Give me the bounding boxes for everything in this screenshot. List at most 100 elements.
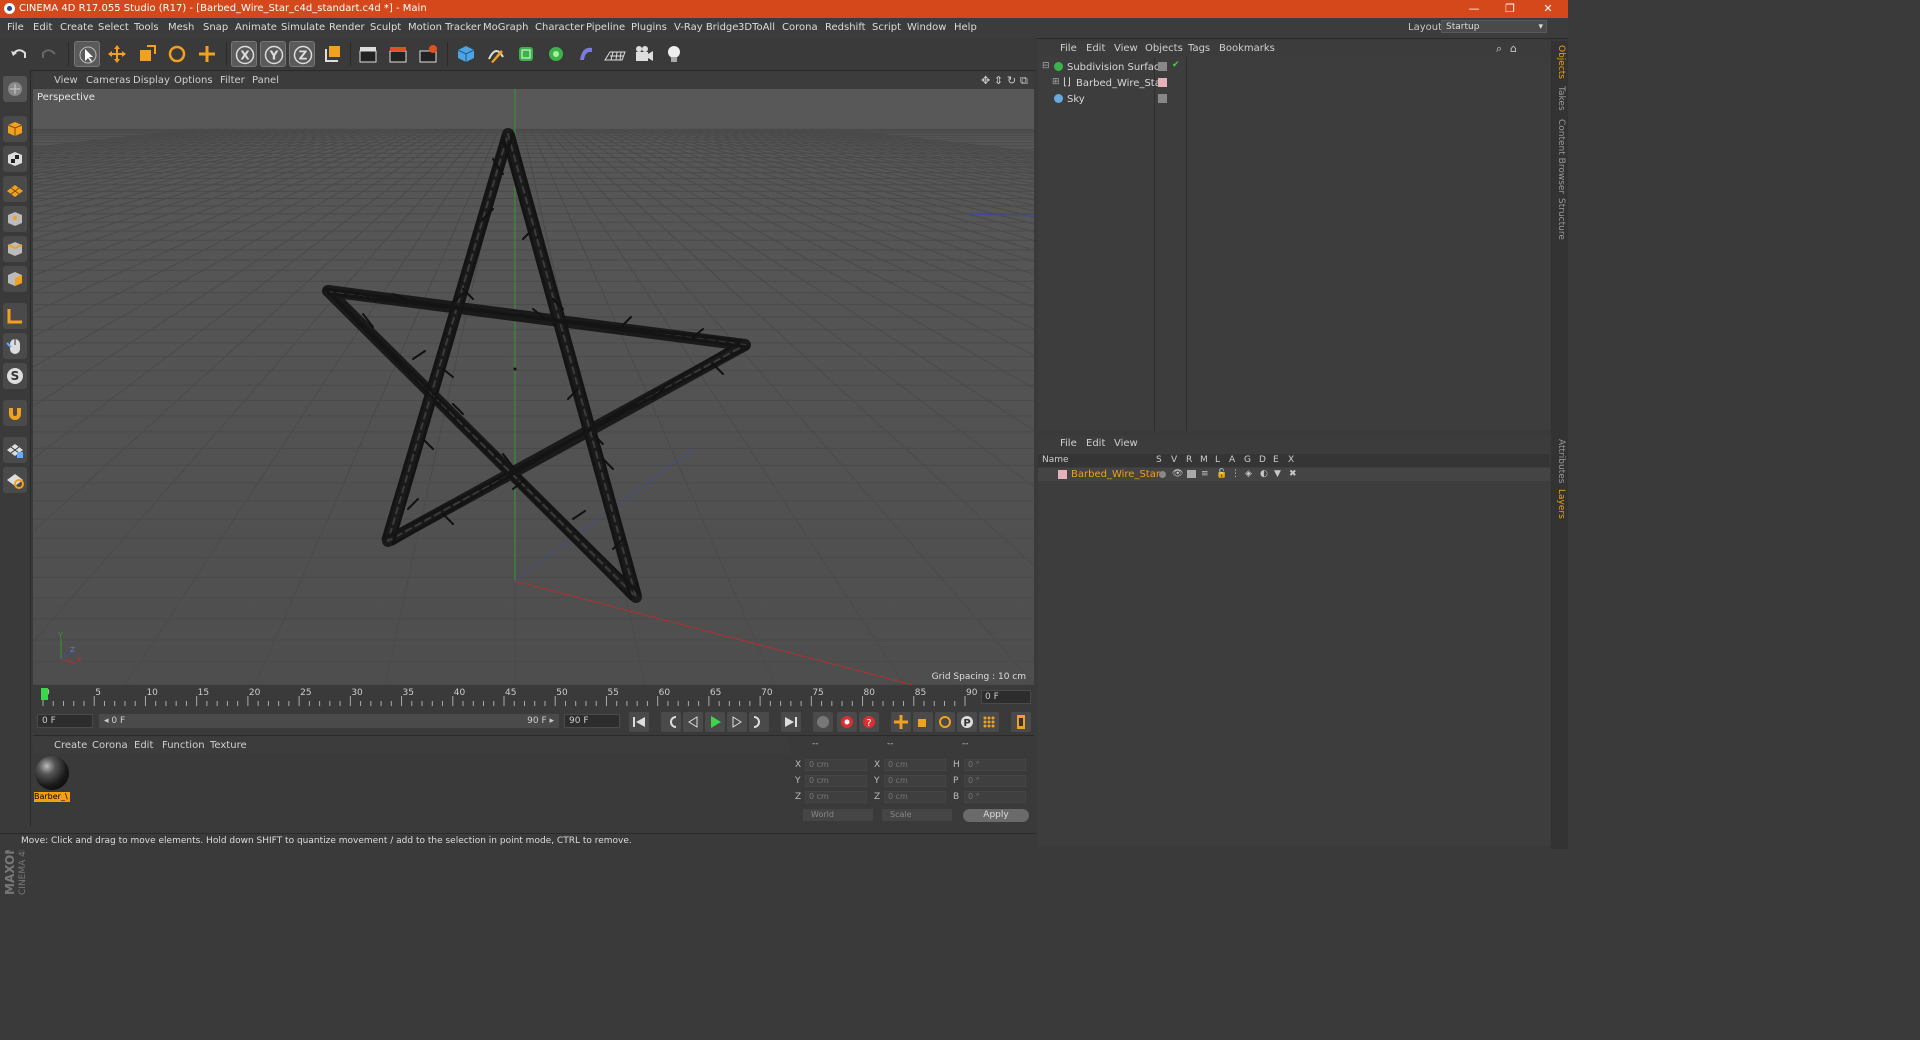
animation-icon[interactable]: ⋮ (1231, 469, 1240, 479)
parameter-key-toggle[interactable]: P (957, 712, 977, 732)
object-row-sky[interactable]: Sky (1038, 92, 1550, 108)
menu-animate[interactable]: Animate (235, 22, 277, 33)
tab-structure[interactable]: Structure (1553, 198, 1566, 240)
position-key-toggle[interactable] (891, 712, 911, 732)
enabled-check-icon[interactable]: ✔ (1172, 60, 1180, 70)
coordinate-system-button[interactable] (320, 41, 346, 67)
layer-swatch-icon[interactable] (1158, 78, 1167, 87)
viewport-menu-panel[interactable]: Panel (252, 75, 279, 86)
size-mode-dropdown[interactable]: Scale (882, 809, 952, 821)
viewport-menu-cameras[interactable]: Cameras (86, 75, 130, 86)
maximize-button[interactable]: ❐ (1492, 0, 1528, 18)
floor-object-button[interactable] (601, 41, 627, 67)
pos-y-field[interactable]: 0 cm (805, 775, 867, 787)
eye-visible-icon[interactable]: 👁 (1172, 469, 1183, 479)
column-expressions[interactable]: E (1273, 455, 1279, 465)
render-clapper-icon[interactable] (1187, 470, 1196, 478)
object-menu-objects[interactable]: Objects (1145, 43, 1183, 54)
search-icon[interactable]: ⌕ (1496, 42, 1502, 56)
column-manager[interactable]: M (1200, 455, 1208, 465)
workplane-mode-button[interactable] (3, 176, 27, 202)
menu-plugins[interactable]: Plugins (631, 22, 667, 33)
rotation-key-toggle[interactable] (935, 712, 955, 732)
object-menu-tags[interactable]: Tags (1188, 43, 1210, 54)
column-render[interactable]: R (1186, 455, 1192, 465)
menu-simulate[interactable]: Simulate (281, 22, 325, 33)
subdivision-surface-button[interactable] (513, 41, 539, 67)
tab-attributes[interactable]: Attributes (1553, 439, 1566, 483)
solo-toggle-icon[interactable] (1159, 471, 1166, 478)
perspective-viewport[interactable]: Y X Z Perspective Grid Spacing : 10 cm (33, 89, 1034, 685)
size-x-field[interactable]: 0 cm (884, 759, 946, 771)
home-icon[interactable]: ⌂ (1510, 42, 1517, 55)
locked-workplane-button[interactable] (3, 437, 27, 463)
deformer-button[interactable] (573, 41, 599, 67)
column-deformers[interactable]: D (1259, 455, 1266, 465)
column-locked[interactable]: L (1215, 455, 1220, 465)
transform-tool-button[interactable] (194, 41, 220, 67)
object-menu-file[interactable]: File (1060, 43, 1077, 54)
go-to-previous-key-button[interactable] (661, 712, 681, 732)
menu-redshift[interactable]: Redshift (825, 22, 866, 33)
step-forward-button[interactable] (727, 712, 747, 732)
lock-icon[interactable]: 🔓 (1216, 469, 1227, 479)
viewport-menu-filter[interactable]: Filter (220, 75, 245, 86)
viewport-maximize-icon[interactable]: ⧉ (1020, 74, 1028, 88)
menu-motion-tracker[interactable]: Motion Tracker (408, 22, 481, 33)
material-menu-corona[interactable]: Corona (92, 740, 128, 751)
manager-list-icon[interactable]: ≡ (1201, 469, 1209, 479)
y-axis-toggle[interactable]: Y (260, 41, 286, 67)
spline-pen-button[interactable] (483, 41, 509, 67)
apply-button[interactable]: Apply (963, 809, 1029, 822)
tab-layers[interactable]: Layers (1553, 489, 1566, 519)
camera-object-button[interactable] (631, 41, 657, 67)
keyframe-selection-button[interactable]: ? (859, 712, 879, 732)
play-button[interactable] (705, 712, 725, 732)
render-settings-button[interactable] (415, 41, 441, 67)
layer-menu-view[interactable]: View (1114, 438, 1138, 449)
current-frame-field[interactable]: 0 F (981, 690, 1031, 704)
viewport-zoom-icon[interactable]: ⇕ (994, 74, 1003, 87)
go-to-end-button[interactable] (781, 712, 801, 732)
menu-pipeline[interactable]: Pipeline (586, 22, 625, 33)
points-mode-button[interactable] (3, 206, 27, 232)
make-editable-button[interactable] (3, 76, 27, 102)
playhead[interactable] (41, 688, 48, 700)
start-frame-field[interactable]: 0 F (37, 714, 93, 728)
coordinate-space-dropdown[interactable]: World (803, 809, 873, 821)
object-name[interactable]: Subdivision Surface (1067, 62, 1166, 73)
step-back-button[interactable] (683, 712, 703, 732)
scale-tool-button[interactable] (134, 41, 160, 67)
menu-corona[interactable]: Corona (782, 22, 818, 33)
menu-edit[interactable]: Edit (33, 22, 52, 33)
record-active-objects-button[interactable] (813, 712, 833, 732)
frame-range-slider[interactable]: ◂ 0 F 90 F ▸ (99, 714, 559, 728)
column-generators[interactable]: G (1244, 455, 1251, 465)
material-menu-edit[interactable]: Edit (134, 740, 153, 751)
z-axis-toggle[interactable]: Z (289, 41, 315, 67)
rot-b-field[interactable]: 0 ° (964, 791, 1026, 803)
layer-row[interactable]: Barbed_Wire_Star 👁 ≡ 🔓 ⋮ ◈ ◐ ▼ ✖ (1038, 468, 1550, 481)
end-frame-field[interactable]: 90 F (564, 714, 620, 728)
texture-mode-button[interactable] (3, 146, 27, 172)
live-selection-button[interactable] (74, 41, 100, 67)
axis-mode-button[interactable] (3, 303, 27, 329)
layer-menu-file[interactable]: File (1060, 438, 1077, 449)
redo-button[interactable] (36, 41, 62, 67)
viewport-menu-options[interactable]: Options (174, 75, 213, 86)
cloner-button[interactable] (543, 41, 569, 67)
autokeying-button[interactable] (837, 712, 857, 732)
tab-takes[interactable]: Takes (1553, 86, 1566, 111)
timeline-window-button[interactable] (1011, 712, 1031, 732)
xref-icon[interactable]: ✖ (1289, 469, 1297, 479)
menu-file[interactable]: File (7, 22, 24, 33)
timeline-ruler[interactable]: 051015202530354045505560657075808590 0 F (33, 686, 1034, 708)
rot-h-field[interactable]: 0 ° (964, 759, 1026, 771)
point-level-key-toggle[interactable] (979, 712, 999, 732)
minimize-button[interactable]: — (1456, 0, 1492, 18)
cube-object-button[interactable] (453, 41, 479, 67)
render-view-button[interactable] (355, 41, 381, 67)
layer-swatch-icon[interactable] (1158, 94, 1167, 103)
size-z-field[interactable]: 0 cm (884, 791, 946, 803)
object-name[interactable]: Barbed_Wire_Star (1076, 78, 1165, 89)
